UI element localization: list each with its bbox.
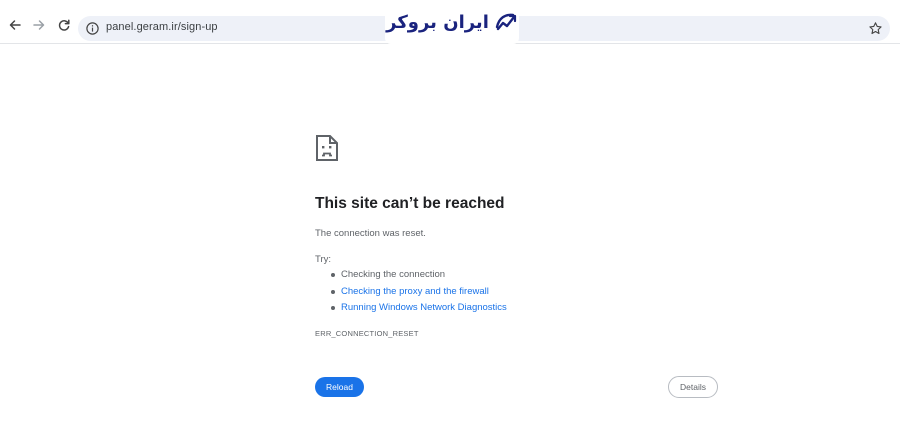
watermark-logo: ایران بروکر — [385, 0, 519, 44]
browser-toolbar: panel.geram.ir/sign-up ایران بروکر — [0, 0, 900, 44]
arrow-left-icon — [9, 20, 21, 30]
list-item[interactable]: Running Windows Network Diagnostics — [315, 302, 507, 319]
reload-button[interactable]: Reload — [315, 377, 364, 397]
suggestion-network-diagnostics-link[interactable]: Running Windows Network Diagnostics — [341, 302, 507, 313]
suggestions-list: Checking the connection Checking the pro… — [315, 269, 507, 319]
url-text[interactable]: panel.geram.ir/sign-up — [106, 21, 218, 33]
forward-button[interactable] — [31, 17, 47, 33]
error-title: This site can’t be reached — [315, 195, 505, 212]
sad-page-icon — [316, 135, 338, 161]
watermark-brand-text: ایران بروکر — [386, 11, 489, 33]
info-icon[interactable] — [85, 21, 100, 36]
list-item[interactable]: Checking the proxy and the firewall — [315, 286, 507, 303]
star-icon[interactable] — [868, 21, 883, 36]
try-label: Try: — [315, 254, 332, 265]
arrow-right-icon — [33, 20, 45, 30]
suggestion-check-connection: Checking the connection — [341, 269, 446, 280]
list-item: Checking the connection — [315, 269, 507, 286]
error-subtitle: The connection was reset. — [315, 228, 426, 239]
suggestion-proxy-firewall-link[interactable]: Checking the proxy and the firewall — [341, 286, 489, 297]
error-code: ERR_CONNECTION_RESET — [315, 329, 419, 338]
details-button[interactable]: Details — [668, 376, 718, 398]
trend-logo-icon — [495, 13, 516, 31]
reload-icon — [58, 19, 70, 31]
back-button[interactable] — [7, 17, 23, 33]
reload-page-button[interactable] — [56, 17, 72, 33]
